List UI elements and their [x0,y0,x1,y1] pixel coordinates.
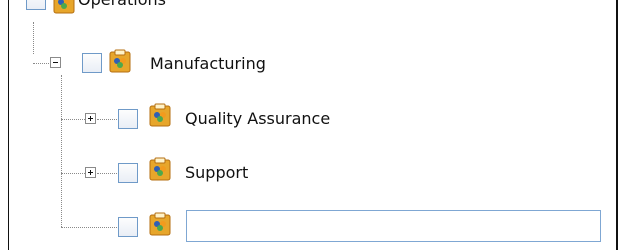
node-label[interactable]: Quality Assurance [185,109,330,128]
node-label[interactable]: Operations [78,0,166,9]
tree-connector [97,173,117,174]
tree-connector [61,119,85,120]
node-checkbox[interactable] [26,0,46,10]
node-label[interactable]: Support [185,163,248,182]
expand-toggle-icon[interactable] [85,113,96,124]
org-unit-icon [149,103,171,127]
tree-connector [33,22,34,54]
node-checkbox[interactable] [118,163,138,183]
tree-connector [97,119,117,120]
expand-toggle-icon[interactable] [85,167,96,178]
tree-connector [61,227,117,228]
tree-left-border [8,0,9,250]
node-checkbox[interactable] [82,53,102,73]
org-unit-icon [149,212,171,236]
org-unit-icon [149,157,171,181]
org-unit-icon [109,49,131,73]
node-checkbox[interactable] [118,217,138,237]
node-label[interactable]: Manufacturing [150,54,266,73]
node-name-input[interactable] [186,210,601,242]
org-unit-icon [53,0,75,14]
node-checkbox[interactable] [118,109,138,129]
tree-connector [61,75,62,227]
tree-view: Operations Manufacturing Quality Assuran… [0,0,618,250]
tree-connector [61,173,85,174]
collapse-toggle-icon[interactable] [50,57,61,68]
